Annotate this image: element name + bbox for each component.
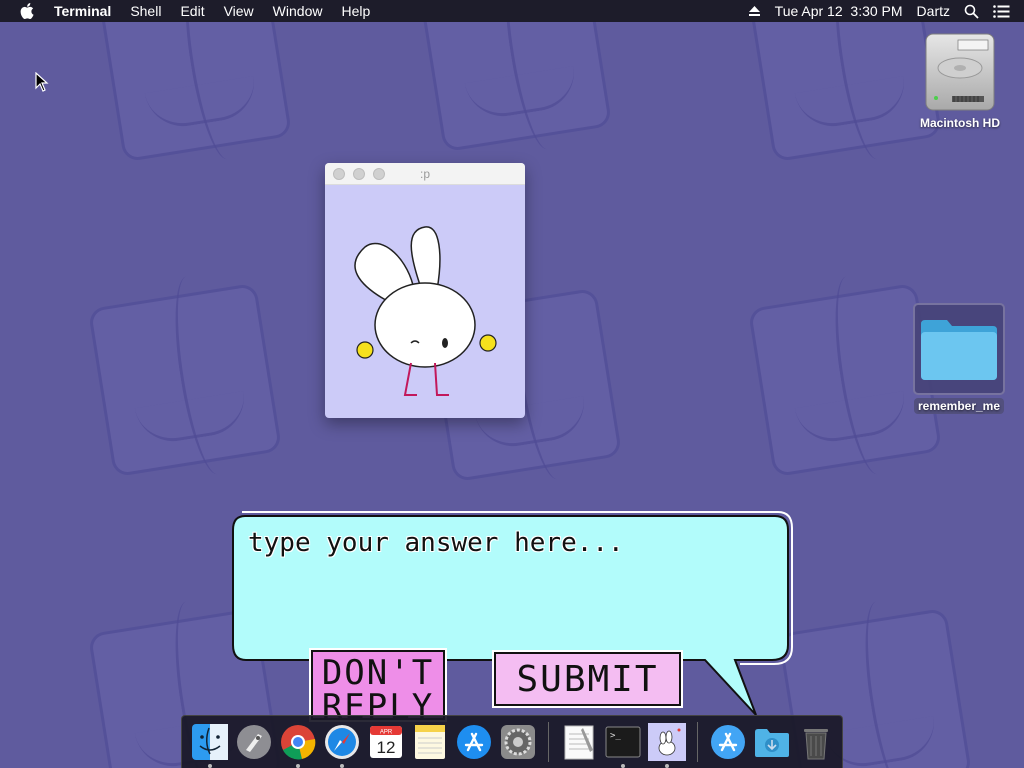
running-indicator [340, 764, 344, 768]
dock-separator [697, 722, 698, 762]
downloads-folder-icon[interactable] [753, 723, 791, 761]
bunny-app-icon[interactable] [648, 723, 686, 768]
calendar-day: 12 [377, 738, 396, 757]
system-preferences-icon[interactable] [499, 723, 537, 761]
calendar-month: APR [380, 730, 393, 736]
svg-text:>_: >_ [610, 731, 621, 741]
running-indicator [296, 764, 300, 768]
dock: APR 12 >_ [181, 715, 843, 768]
terminal-icon[interactable]: >_ [604, 723, 642, 768]
dock-separator [548, 722, 549, 762]
dont-reply-button[interactable]: DON'T REPLY [311, 650, 445, 720]
app-store-icon[interactable] [455, 723, 493, 761]
calendar-icon[interactable]: APR 12 [367, 723, 405, 761]
running-indicator [621, 764, 625, 768]
chrome-icon[interactable] [279, 723, 317, 768]
notes-icon[interactable] [411, 723, 449, 761]
submit-button[interactable]: SUBMIT [494, 652, 681, 706]
answer-input[interactable] [248, 528, 768, 638]
launchpad-icon[interactable] [235, 723, 273, 761]
safari-icon[interactable] [323, 723, 361, 768]
finder-icon[interactable] [191, 723, 229, 768]
running-indicator [665, 764, 669, 768]
running-indicator [208, 764, 212, 768]
textedit-icon[interactable] [560, 723, 598, 761]
trash-icon[interactable] [797, 723, 835, 761]
app-store-downloads-icon[interactable] [709, 723, 747, 761]
